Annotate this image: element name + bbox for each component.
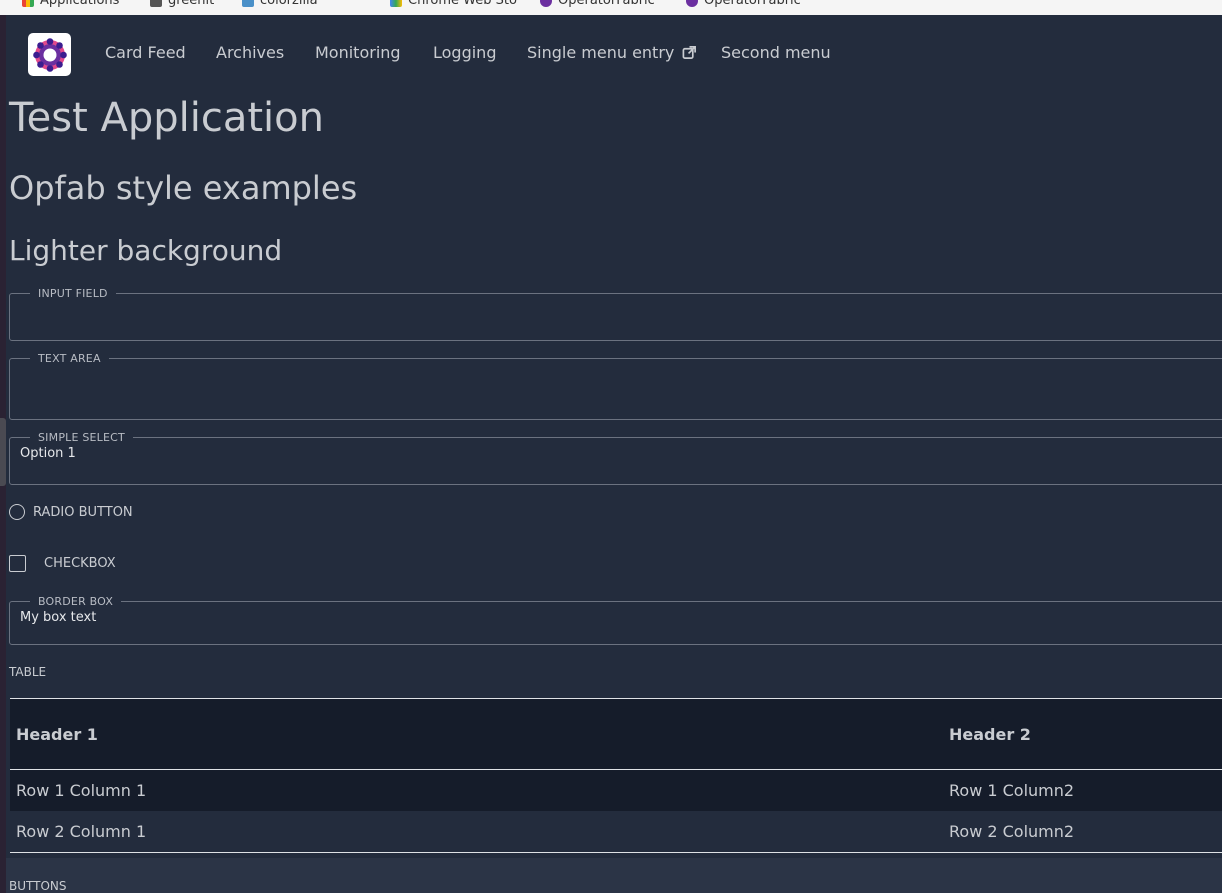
bookmark-label: greenit bbox=[168, 0, 215, 8]
bookmark-operatorfabric-2[interactable]: OperatorFabric bbox=[686, 0, 801, 8]
buttons-section-band bbox=[6, 858, 1222, 893]
text-area[interactable]: TEXT AREA bbox=[9, 352, 1222, 420]
opfab-favicon bbox=[540, 0, 552, 7]
bookmark-label: colorzilla bbox=[260, 0, 318, 8]
input-field-legend: INPUT FIELD bbox=[38, 287, 108, 300]
input-field[interactable]: INPUT FIELD bbox=[9, 287, 1222, 341]
folder-icon bbox=[150, 0, 162, 7]
nav-monitoring[interactable]: Monitoring bbox=[315, 43, 401, 62]
buttons-label: BUTTONS bbox=[9, 879, 67, 893]
bookmark-chrome-web-store[interactable]: Chrome Web Sto bbox=[390, 0, 517, 8]
text-area-value bbox=[20, 365, 1222, 367]
bookmark-label: Chrome Web Sto bbox=[408, 0, 517, 8]
table-cell: Row 1 Column 1 bbox=[16, 781, 147, 800]
nav-archives[interactable]: Archives bbox=[216, 43, 284, 62]
bookmark-applications[interactable]: Applications bbox=[22, 0, 119, 8]
opfab-favicon bbox=[686, 0, 698, 7]
input-field-value bbox=[20, 300, 1222, 302]
nav-label: Second menu bbox=[721, 43, 831, 62]
radio-label: RADIO BUTTON bbox=[33, 504, 133, 520]
simple-select-legend: SIMPLE SELECT bbox=[38, 431, 125, 444]
nav-label: Logging bbox=[433, 43, 497, 62]
page-icon bbox=[242, 0, 254, 7]
bookmark-label: OperatorFabric bbox=[704, 0, 801, 8]
nav-second-menu[interactable]: Second menu bbox=[721, 43, 831, 62]
bookmark-operatorfabric-1[interactable]: OperatorFabric bbox=[540, 0, 655, 8]
nav-logging[interactable]: Logging bbox=[433, 43, 496, 62]
simple-select[interactable]: SIMPLE SELECT Option 1 bbox=[9, 431, 1222, 485]
opfab-logo-icon[interactable] bbox=[28, 33, 71, 76]
page-title: Test Application bbox=[9, 95, 324, 141]
radio-circle[interactable] bbox=[9, 504, 25, 520]
border-box-text: My box text bbox=[20, 610, 97, 625]
navbar: Card Feed Archives Monitoring Logging Si… bbox=[6, 15, 1222, 93]
app-container: Card Feed Archives Monitoring Logging Si… bbox=[6, 15, 1222, 893]
apps-icon bbox=[22, 0, 34, 7]
bookmark-colorzilla[interactable]: colorzilla bbox=[242, 0, 318, 8]
border-box-legend: BORDER BOX bbox=[38, 595, 114, 608]
text-area-legend: TEXT AREA bbox=[38, 352, 101, 365]
table-cell: Row 1 Column2 bbox=[949, 781, 1075, 800]
nav-single-menu-entry[interactable]: Single menu entry bbox=[527, 43, 697, 62]
nav-label: Single menu entry bbox=[527, 43, 675, 62]
nav-label: Monitoring bbox=[315, 43, 401, 62]
border-box: BORDER BOX My box text bbox=[9, 595, 1222, 645]
checkbox[interactable]: CHECKBOX bbox=[9, 555, 116, 572]
table-header-cell: Header 2 bbox=[949, 724, 1031, 744]
nav-card-feed[interactable]: Card Feed bbox=[105, 43, 186, 62]
example-table: Header 1 Header 2 Row 1 Column 1 Row 1 C… bbox=[10, 698, 1222, 853]
table-row: Row 2 Column 1 Row 2 Column2 bbox=[10, 811, 1222, 853]
table-row: Row 1 Column 1 Row 1 Column2 bbox=[10, 769, 1222, 811]
checkbox-square[interactable] bbox=[9, 555, 26, 572]
opfab-logo-graphic bbox=[32, 37, 67, 72]
bookmark-greenit[interactable]: greenit bbox=[150, 0, 214, 8]
nav-label: Card Feed bbox=[105, 43, 186, 62]
table-cell: Row 2 Column 1 bbox=[16, 822, 147, 841]
table-header-cell: Header 1 bbox=[16, 724, 98, 744]
page-subtitle: Opfab style examples bbox=[9, 169, 358, 207]
simple-select-value: Option 1 bbox=[20, 446, 76, 461]
external-link-icon bbox=[682, 46, 697, 59]
nav-label: Archives bbox=[216, 43, 285, 62]
table-cell: Row 2 Column2 bbox=[949, 822, 1075, 841]
checkbox-label: CHECKBOX bbox=[44, 556, 116, 571]
bookmark-label: OperatorFabric bbox=[558, 0, 655, 8]
radio-button[interactable]: RADIO BUTTON bbox=[9, 504, 133, 520]
section-title: Lighter background bbox=[9, 234, 283, 267]
chrome-store-icon bbox=[390, 0, 402, 7]
bookmarks-bar: Applications greenit colorzilla Chrome W… bbox=[0, 0, 1222, 15]
table-label: TABLE bbox=[9, 665, 47, 679]
table-header-row: Header 1 Header 2 bbox=[10, 698, 1222, 770]
bookmark-label: Applications bbox=[40, 0, 120, 8]
